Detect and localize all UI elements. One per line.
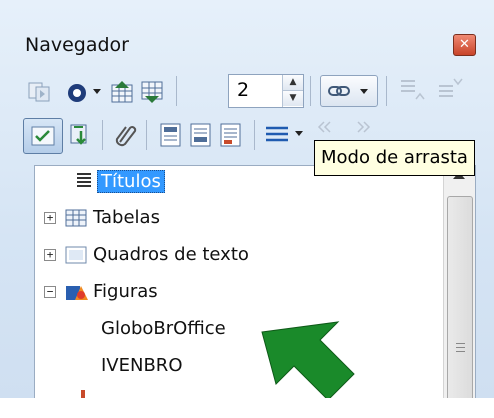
toolbar-separator [102, 120, 103, 150]
promote-level-icon[interactable] [398, 76, 426, 104]
header-icon[interactable] [158, 122, 184, 148]
navigator-panel: Navegador ✕ 2 ▲ ▼ Títulos + Tabelas + Qu… [0, 0, 494, 398]
link-dropdown-button[interactable] [320, 75, 378, 107]
tree-item-label: GloboBrOffice [101, 318, 226, 339]
tree-item-label: Figuras [93, 281, 158, 302]
heading-levels-icon[interactable] [264, 122, 290, 144]
footer-icon[interactable] [188, 122, 214, 148]
images-icon [66, 286, 88, 300]
tree-item-label: IVENBRO [101, 355, 183, 376]
objects-icon [81, 390, 85, 398]
previous-icon[interactable] [110, 80, 136, 104]
stepper-value: 2 [237, 79, 250, 101]
tree-item-label: Tabelas [93, 207, 160, 228]
tree-item-label: Títulos [97, 170, 165, 193]
toolbar-separator [146, 120, 147, 150]
tree-row-images[interactable]: − Figuras [35, 277, 435, 307]
navigate-circle-icon[interactable] [66, 82, 88, 104]
link-dropdown-icon [328, 86, 368, 96]
stepper-up-button[interactable]: ▲ [283, 75, 303, 91]
toolbar-separator [386, 76, 387, 106]
vertical-scrollbar[interactable] [443, 166, 475, 398]
frame-icon [65, 246, 87, 264]
demote-chapter-icon[interactable] [352, 118, 380, 140]
grip-icon [456, 343, 465, 352]
anchor-icon[interactable] [218, 122, 244, 148]
stepper-buttons: ▲ ▼ [282, 75, 303, 107]
reminder-icon[interactable] [112, 122, 138, 148]
collapse-icon[interactable]: − [44, 286, 56, 298]
navigation-toggle-icon[interactable] [28, 80, 52, 102]
close-icon: ✕ [459, 37, 470, 52]
toolbar-separator [254, 120, 255, 150]
table-icon [65, 209, 87, 227]
expand-icon[interactable]: + [44, 212, 56, 224]
tree-row-tables[interactable]: + Tabelas [35, 203, 435, 233]
promote-chapter-icon[interactable] [316, 118, 344, 140]
toolbar-separator [310, 76, 311, 106]
tree-row-partial[interactable] [35, 388, 435, 398]
next-icon[interactable] [140, 80, 166, 104]
tree-row-image-child[interactable]: GloboBrOffice [35, 314, 435, 344]
dropdown-arrow-icon[interactable] [92, 88, 102, 96]
drag-mode-button[interactable] [23, 118, 63, 154]
stepper-down-button[interactable]: ▼ [283, 91, 303, 106]
headings-list-icon [77, 173, 91, 187]
expand-icon[interactable]: + [44, 249, 56, 261]
heading-levels-dropdown-icon[interactable] [294, 130, 304, 138]
annotation-arrow-icon [261, 321, 355, 398]
drag-mode-icon [31, 126, 55, 146]
tree-row-image-child[interactable]: IVENBRO [35, 351, 435, 381]
tree-row-text-frames[interactable]: + Quadros de texto [35, 240, 435, 270]
window-title: Navegador [25, 34, 129, 56]
scrollbar-thumb[interactable] [447, 196, 473, 398]
tooltip: Modo de arrasta [314, 140, 475, 176]
tree-item-label: Quadros de texto [93, 244, 249, 265]
close-button[interactable]: ✕ [453, 34, 476, 56]
demote-level-icon[interactable] [436, 76, 464, 104]
headings-icon[interactable] [68, 122, 94, 148]
heading-level-stepper[interactable]: 2 ▲ ▼ [228, 74, 304, 108]
toolbar-separator [176, 76, 177, 106]
